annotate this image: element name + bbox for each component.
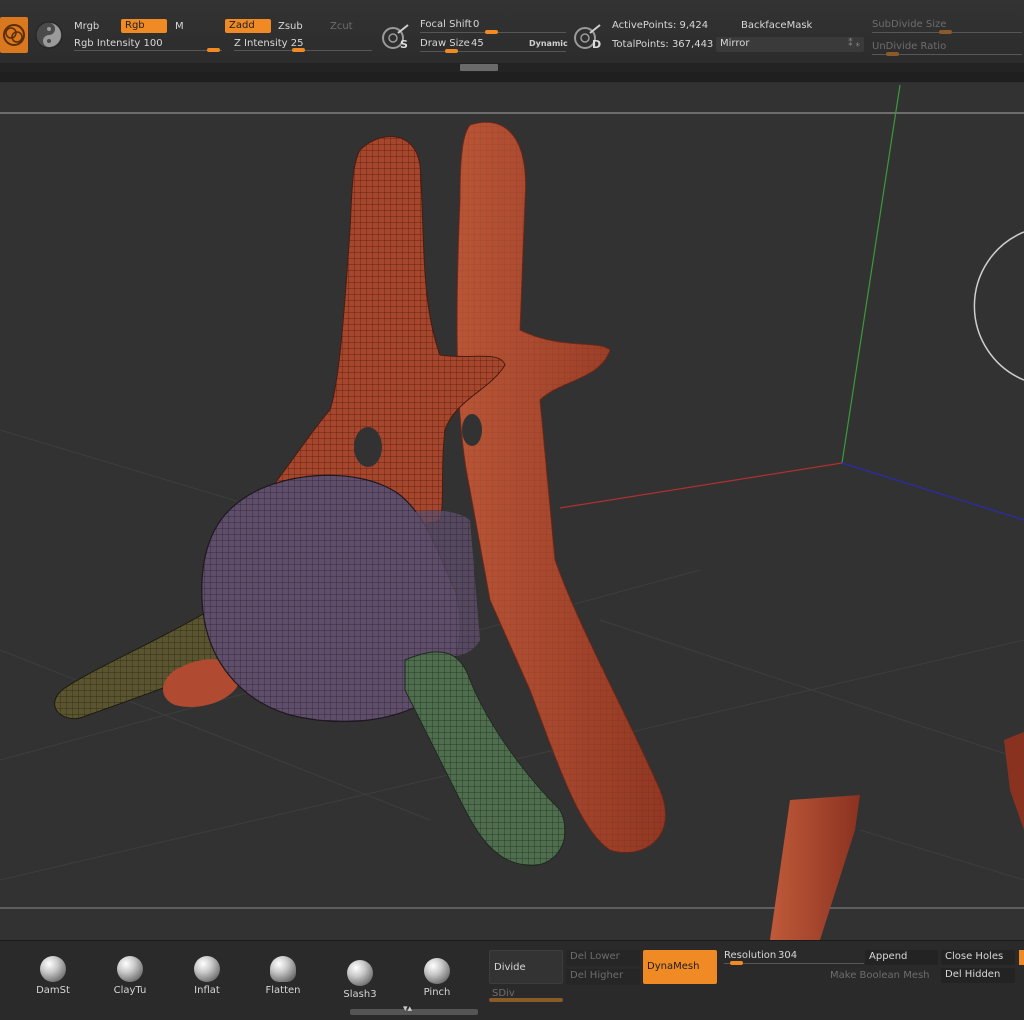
rgb-intensity-slider[interactable] xyxy=(74,50,222,51)
mirror-options-icon: ⁑ ⁎ xyxy=(848,39,860,49)
mesh-fragment-bottom xyxy=(770,795,860,940)
focal-shift-knob[interactable] xyxy=(485,30,498,34)
panel-edge-toggle[interactable] xyxy=(1019,950,1024,965)
brush-slash3[interactable]: Slash3 xyxy=(330,960,390,1000)
m-button[interactable]: M xyxy=(175,21,184,33)
brush-label: Inflat xyxy=(194,985,220,996)
rgb-button[interactable]: Rgb xyxy=(121,19,167,33)
slash3-brush-icon xyxy=(347,960,373,986)
brush-label: ClayTu xyxy=(113,985,147,996)
rgb-intensity-label: Rgb Intensity 100 xyxy=(74,38,163,49)
toolbar-scroll-strip xyxy=(0,63,1024,72)
inflate-brush-icon xyxy=(194,956,220,982)
del-lower-label: Del Lower xyxy=(570,951,620,962)
resolution-knob[interactable] xyxy=(730,961,743,965)
append-button[interactable]: Append xyxy=(865,950,938,965)
brush-flatten[interactable]: Flatten xyxy=(253,956,313,996)
draw-size-value: 45 xyxy=(471,38,484,49)
draw-size-knob[interactable] xyxy=(445,49,458,53)
mrgb-button[interactable]: Mrgb xyxy=(74,21,99,33)
axis-blue xyxy=(841,462,1024,521)
shelf-scroll-arrows-icon[interactable]: ▾▴ xyxy=(403,1004,412,1014)
material-icon[interactable] xyxy=(0,17,28,53)
toolbar-scroll-handle[interactable] xyxy=(460,64,498,71)
mirror-label: Mirror xyxy=(720,38,750,49)
dynamesh-button[interactable]: DynaMesh xyxy=(643,950,717,984)
shelf-scrollbar[interactable] xyxy=(350,1009,478,1015)
del-lower-button[interactable]: Del Lower xyxy=(566,950,640,966)
toolbar-divider xyxy=(0,72,1024,82)
zadd-button[interactable]: Zadd xyxy=(225,19,271,33)
zcut-button[interactable]: Zcut xyxy=(330,21,353,33)
sdiv-slider[interactable] xyxy=(489,998,563,1002)
claytubes-brush-icon xyxy=(117,956,143,982)
resolution-slider[interactable] xyxy=(724,963,864,964)
backface-mask-button[interactable]: BackfaceMask xyxy=(741,20,812,32)
canvas-viewport[interactable] xyxy=(0,83,1024,940)
dynamic-toggle[interactable]: Dynamic xyxy=(529,38,568,50)
brush-inflate[interactable]: Inflat xyxy=(177,956,237,996)
zsub-button[interactable]: Zsub xyxy=(278,21,303,33)
brush-damstandard[interactable]: DamSt xyxy=(23,956,83,996)
draw-size-slider[interactable] xyxy=(420,51,566,52)
focal-shift-label: Focal Shift xyxy=(420,19,472,30)
draw-icon-letter: D xyxy=(592,38,602,51)
mesh-fragment-right xyxy=(1004,732,1024,830)
vertebra-mesh xyxy=(54,121,666,867)
subdivide-size-label: SubDivide Size xyxy=(872,19,947,30)
brush-label: Slash3 xyxy=(343,989,377,1000)
brush-label: Flatten xyxy=(265,985,301,996)
del-higher-label: Del Higher xyxy=(570,970,624,981)
focal-shift-value: 0 xyxy=(473,19,480,30)
axis-red xyxy=(559,462,843,509)
brush-claytubes[interactable]: ClayTu xyxy=(100,956,160,996)
make-boolean-mesh-button[interactable]: Make Boolean Mesh xyxy=(830,970,930,982)
total-points-readout: TotalPoints: 367,443 xyxy=(612,39,714,50)
rgb-intensity-knob[interactable] xyxy=(207,48,220,52)
undivide-ratio-knob[interactable] xyxy=(886,52,899,56)
axis-green xyxy=(841,84,901,464)
subdivide-size-knob[interactable] xyxy=(939,30,952,34)
undivide-ratio-label: UnDivide Ratio xyxy=(872,41,947,52)
texture-sphere-icon[interactable] xyxy=(34,20,64,50)
del-hidden-button[interactable]: Del Hidden xyxy=(941,968,1015,983)
active-points-readout: ActivePoints: 9,424 xyxy=(612,20,709,31)
z-intensity-knob[interactable] xyxy=(292,48,305,52)
top-toolbar: Mrgb Rgb M Zadd Zsub Zcut Rgb Intensity … xyxy=(0,0,1024,73)
draw-mode-icon[interactable]: D xyxy=(572,24,604,52)
focal-icon-letter: S xyxy=(400,38,408,51)
mirror-button[interactable]: Mirror ⁑ ⁎ xyxy=(716,37,864,52)
brush-pinch[interactable]: Pinch xyxy=(407,958,467,998)
damstandard-brush-icon xyxy=(40,956,66,982)
divide-button[interactable]: Divide xyxy=(489,950,563,984)
brush-label: DamSt xyxy=(36,985,70,996)
close-holes-button[interactable]: Close Holes xyxy=(941,950,1015,965)
del-higher-button[interactable]: Del Higher xyxy=(566,969,640,985)
focal-shift-icon[interactable]: S xyxy=(380,24,412,52)
brush-label: Pinch xyxy=(423,987,451,998)
view-gizmo-arc xyxy=(973,231,1024,381)
flatten-brush-icon xyxy=(270,956,296,982)
pinch-brush-icon xyxy=(424,958,450,984)
draw-size-label: Draw Size xyxy=(420,38,470,49)
resolution-value: 304 xyxy=(778,950,798,961)
